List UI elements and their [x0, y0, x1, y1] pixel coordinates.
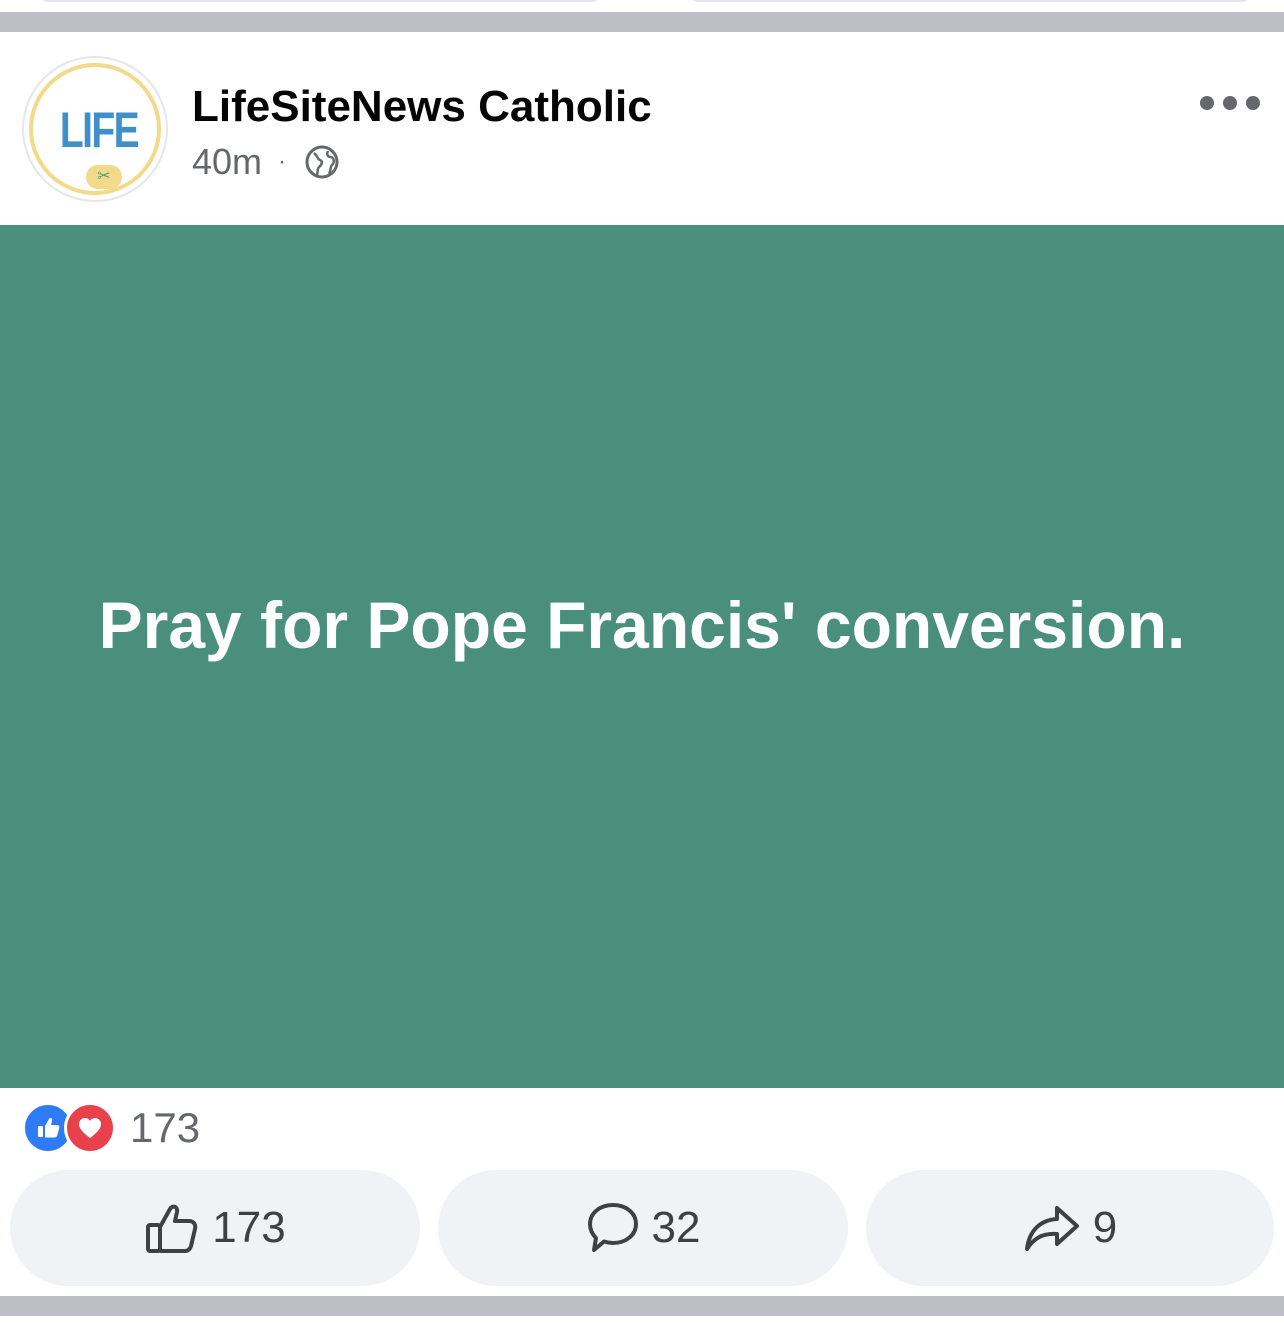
previous-action-button[interactable]	[40, 0, 600, 2]
feed-divider	[0, 12, 1284, 32]
more-dot	[1200, 96, 1214, 110]
keys-icon: ✂	[86, 165, 122, 189]
post-message: Pray for Pope Francis' conversion.	[98, 587, 1186, 662]
like-button[interactable]: 173	[10, 1170, 420, 1286]
more-dot	[1246, 96, 1260, 110]
page-name[interactable]: LifeSiteNews Catholic	[192, 82, 652, 132]
share-button[interactable]: 9	[866, 1170, 1274, 1286]
post-actions: 173 32 9	[0, 1170, 1284, 1288]
post-text-background[interactable]: Pray for Pope Francis' conversion.	[0, 225, 1284, 1088]
share-icon	[1023, 1204, 1081, 1252]
comment-icon	[586, 1201, 640, 1255]
like-count: 173	[212, 1203, 286, 1252]
thumbs-up-icon	[144, 1201, 200, 1255]
love-reaction-icon	[64, 1102, 116, 1154]
avatar-logo-text: LIFE	[59, 102, 140, 158]
previous-post-separator	[0, 0, 1284, 34]
avatar[interactable]: LIFE ✂	[24, 58, 166, 200]
avatar-ring: LIFE ✂	[29, 63, 161, 195]
previous-action-button[interactable]	[690, 0, 1250, 2]
globe-icon[interactable]	[304, 144, 340, 180]
more-options-icon[interactable]	[1200, 90, 1260, 116]
reaction-summary[interactable]: 173	[22, 1100, 200, 1156]
post-header: LIFE ✂ LifeSiteNews Catholic 40m ·	[0, 32, 1284, 225]
comment-count: 32	[651, 1203, 701, 1252]
feed-divider	[0, 1296, 1284, 1316]
post-meta: 40m ·	[192, 140, 340, 184]
more-dot	[1223, 96, 1237, 110]
meta-separator: ·	[278, 148, 287, 175]
reaction-count: 173	[130, 1104, 201, 1151]
feed-post: LIFE ✂ LifeSiteNews Catholic 40m · Pray …	[0, 32, 1284, 1296]
post-timestamp[interactable]: 40m	[192, 141, 262, 183]
share-count: 9	[1092, 1203, 1118, 1252]
comment-button[interactable]: 32	[438, 1170, 848, 1286]
